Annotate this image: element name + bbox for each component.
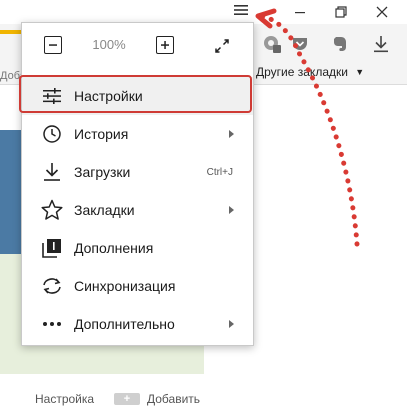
zoom-level: 100%: [92, 37, 126, 52]
close-icon: [376, 6, 388, 18]
extensions-icon: [40, 236, 64, 260]
fullscreen-button[interactable]: [212, 36, 232, 56]
fullscreen-icon: [215, 39, 229, 53]
sync-icon: [40, 274, 64, 298]
submenu-arrow-icon: [229, 320, 234, 328]
menu-item-label: Синхронизация: [74, 278, 176, 294]
menu-item-label: Загрузки: [74, 164, 131, 180]
settings-highlight-frame: [19, 75, 252, 113]
page-tile-blue: [0, 130, 22, 254]
submenu-arrow-icon: [229, 206, 234, 214]
close-button[interactable]: [362, 0, 402, 24]
browser-main-menu: 100% Настройки История Загрузки Ctrl+J З…: [19, 22, 254, 346]
menu-item-addons[interactable]: Дополнения: [22, 229, 253, 267]
zoom-in-button[interactable]: [156, 36, 174, 54]
menu-item-label: История: [74, 126, 129, 142]
minimize-icon: [295, 12, 305, 14]
evernote-button[interactable]: [330, 34, 350, 54]
menu-item-label: Закладки: [74, 202, 135, 218]
add-plus-icon: +: [114, 393, 140, 405]
submenu-arrow-icon: [229, 130, 234, 138]
menu-item-label: Дополнения: [74, 240, 154, 256]
zoom-controls: 100%: [22, 23, 253, 71]
menu-item-more[interactable]: Дополнительно: [22, 305, 253, 343]
menu-item-history[interactable]: История: [22, 115, 253, 153]
menu-item-sync[interactable]: Синхронизация: [22, 267, 253, 305]
zoom-out-button[interactable]: [44, 36, 62, 54]
menu-item-label: Дополнительно: [74, 316, 175, 332]
download-icon: [40, 160, 64, 184]
pocket-button[interactable]: [290, 34, 310, 54]
hamburger-icon: [234, 5, 248, 15]
shortcut-label: Ctrl+J: [206, 166, 233, 178]
address-bar-edge: [0, 30, 21, 34]
extension-button[interactable]: [262, 34, 282, 54]
restore-icon: [335, 6, 347, 18]
menu-item-downloads[interactable]: Загрузки Ctrl+J: [22, 153, 253, 191]
minimize-button[interactable]: [280, 0, 320, 24]
page-settings-link[interactable]: Настройка: [35, 392, 94, 406]
menu-button[interactable]: [228, 0, 254, 20]
evernote-icon: [334, 37, 346, 51]
chevron-down-icon: ▼: [355, 67, 365, 77]
more-dots-icon: [40, 312, 64, 336]
restore-button[interactable]: [321, 0, 361, 24]
menu-item-bookmarks[interactable]: Закладки: [22, 191, 253, 229]
extension-icon: [264, 36, 281, 53]
clock-icon: [40, 122, 64, 146]
star-icon: [40, 198, 64, 222]
other-bookmarks-label: Другие закладки: [256, 65, 348, 79]
other-bookmarks-folder[interactable]: Другие закладки ▼: [256, 65, 364, 79]
pocket-icon: [293, 38, 307, 50]
minus-icon: [49, 44, 57, 46]
page-add-link[interactable]: Добавить: [147, 392, 200, 406]
downloads-button[interactable]: [371, 34, 391, 54]
plus-icon: [161, 41, 169, 49]
download-icon: [374, 36, 388, 53]
